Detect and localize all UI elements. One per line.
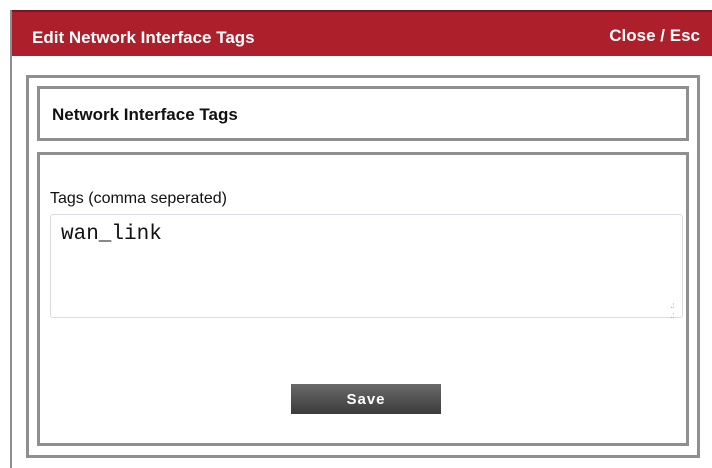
section-title: Network Interface Tags [52, 105, 238, 124]
dialog-content-frame: Network Interface Tags Tags (comma seper… [26, 75, 700, 458]
edit-tags-dialog: Edit Network Interface Tags Close / Esc … [10, 10, 712, 468]
dialog-titlebar: Edit Network Interface Tags Close / Esc [12, 10, 712, 56]
tags-input[interactable]: wan_link [50, 214, 683, 318]
tags-label: Tags (comma seperated) [50, 190, 227, 207]
section-header-panel: Network Interface Tags [37, 86, 689, 141]
dialog-title: Edit Network Interface Tags [32, 28, 255, 47]
resize-grip-icon[interactable]: .:.: [670, 301, 675, 321]
close-button[interactable]: Close / Esc [609, 26, 700, 46]
form-panel: Tags (comma seperated) wan_link .:.: Sav… [37, 152, 689, 446]
save-button[interactable]: Save [291, 384, 441, 414]
